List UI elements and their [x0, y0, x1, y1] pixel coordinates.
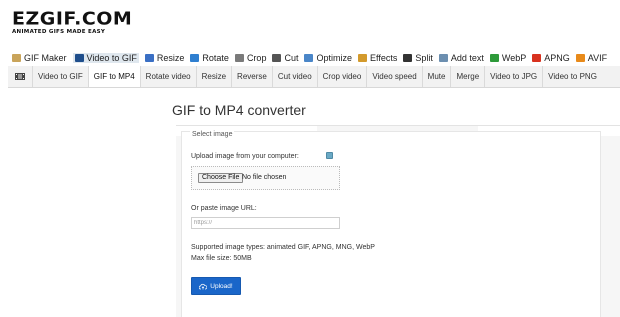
upload-button-label: Upload! [210, 282, 233, 290]
main-nav-label: Rotate [202, 53, 229, 63]
rotate-icon [190, 54, 200, 62]
sub-nav-tab[interactable]: Mute [421, 66, 451, 87]
avif-icon [575, 54, 585, 62]
main-nav-label: Video to GIF [86, 53, 137, 63]
main-nav-item-gif-maker[interactable]: GIF Maker [12, 53, 67, 63]
sub-nav-tab[interactable]: Reverse [231, 66, 272, 87]
sub-nav-tab[interactable]: Video to PNG [542, 66, 602, 87]
webp-icon [489, 54, 499, 62]
sub-nav-tab[interactable]: Video to JPG [484, 66, 542, 87]
main-nav-label: Cut [284, 53, 299, 63]
main-nav-item-effects[interactable]: Effects [357, 53, 398, 63]
sub-nav-tab[interactable]: Merge [450, 66, 484, 87]
supported-types-text: Supported image types: animated GIF, APN… [191, 244, 375, 251]
url-input[interactable] [191, 217, 340, 229]
help-icon[interactable] [326, 152, 333, 159]
gif-maker-icon [12, 54, 21, 62]
main-nav: GIF Maker Video to GIF Resize Rotate Crop Cut… [12, 51, 613, 65]
cut-icon [272, 54, 282, 62]
main-nav-label: WebP [501, 53, 527, 63]
video-to-gif-icon [74, 54, 84, 62]
main-nav-item-rotate[interactable]: Rotate [190, 53, 229, 63]
sub-nav-tab[interactable]: Resize [195, 66, 231, 87]
effects-icon [357, 54, 367, 62]
optimize-icon [304, 54, 314, 62]
upload-button[interactable]: Upload! [191, 277, 241, 295]
main-nav-label: Effects [369, 53, 398, 63]
main-nav-item-apng[interactable]: APNG [532, 53, 570, 63]
main-nav-label: APNG [544, 53, 570, 63]
max-size-text: Max file size: 50MB [191, 255, 252, 262]
sub-nav: Video to GIF GIF to MP4 Rotate video Resize… [8, 66, 620, 88]
logo-text: EZGIF.COM [12, 8, 133, 30]
main-nav-label: Resize [156, 53, 185, 63]
apng-icon [532, 54, 542, 62]
upload-cloud-icon [199, 283, 208, 289]
main-nav-label: GIF Maker [24, 53, 67, 63]
add-text-icon [438, 54, 448, 62]
site-logo[interactable]: EZGIF.COM ANIMATED GIFS MADE EASY [12, 9, 132, 36]
sub-nav-tab[interactable]: Cut video [271, 66, 317, 87]
main-nav-label: Split [415, 53, 433, 63]
sub-nav-tab[interactable]: Crop video [316, 66, 367, 87]
upload-label: Upload image from your computer: [191, 153, 299, 160]
main-nav-item-webp[interactable]: WebP [489, 53, 527, 63]
main-nav-label: AVIF [587, 53, 608, 63]
main-nav-item-add-text[interactable]: Add text [438, 53, 484, 63]
crop-icon [234, 54, 244, 62]
logo-tagline: ANIMATED GIFS MADE EASY [12, 29, 106, 35]
split-icon [403, 54, 413, 62]
fieldset-legend: Select image [190, 131, 235, 138]
main-nav-item-optimize[interactable]: Optimize [304, 53, 352, 63]
sub-nav-tab[interactable]: Video to GIF [32, 66, 88, 87]
sub-nav-tab[interactable]: GIF to MP4 [87, 66, 140, 87]
choose-file-button[interactable]: Choose File [198, 173, 244, 183]
page-title: GIF to MP4 converter [172, 102, 306, 118]
main-nav-item-cut[interactable]: Cut [272, 53, 298, 63]
main-nav-item-avif[interactable]: AVIF [575, 53, 608, 63]
resize-icon [144, 54, 154, 62]
main-nav-label: Crop [246, 53, 267, 63]
sub-nav-tab[interactable]: Video speed [366, 66, 421, 87]
main-nav-label: Optimize [316, 53, 352, 63]
main-nav-item-crop[interactable]: Crop [234, 53, 267, 63]
main-nav-item-resize[interactable]: Resize [144, 53, 185, 63]
url-label: Or paste image URL: [191, 205, 257, 212]
film-icon [8, 66, 32, 87]
main-nav-item-video-to-gif[interactable]: Video to GIF [72, 53, 139, 63]
sub-nav-tab[interactable]: Rotate video [139, 66, 196, 87]
main-nav-item-split[interactable]: Split [403, 53, 433, 63]
file-status-text: No file chosen [242, 174, 287, 181]
main-nav-label: Add text [450, 53, 484, 63]
